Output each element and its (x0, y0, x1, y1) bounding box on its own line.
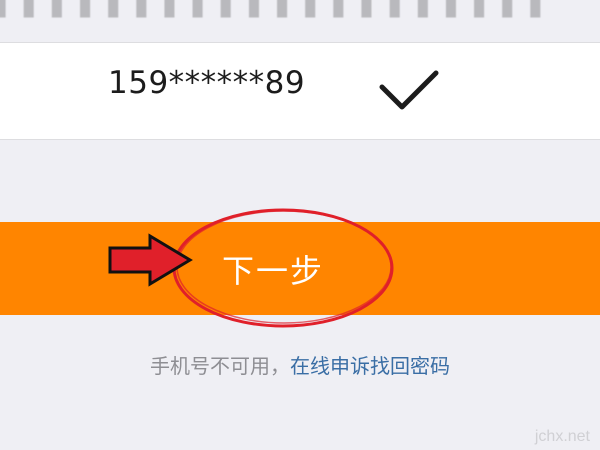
help-text-line: 手机号不可用，在线申诉找回密码 (0, 350, 600, 379)
cropped-header-text: ▍▍▍▍▍▍▍▍▍▍▍▍▍▍▍▍▍▍▍▍ (0, 0, 559, 18)
top-cropped-text-area: ▍▍▍▍▍▍▍▍▍▍▍▍▍▍▍▍▍▍▍▍ (0, 0, 600, 42)
next-step-label: 下一步 (222, 252, 325, 290)
phone-option-row[interactable]: 159******89 (0, 42, 600, 140)
phone-unavailable-text: 手机号不可用， (150, 354, 290, 378)
checkmark-icon (379, 70, 439, 110)
next-step-button[interactable]: 下一步 (0, 222, 600, 315)
site-watermark: jchx.net (534, 428, 590, 445)
online-appeal-link[interactable]: 在线申诉找回密码 (290, 354, 450, 378)
phone-number-label: 159******89 (108, 65, 306, 101)
